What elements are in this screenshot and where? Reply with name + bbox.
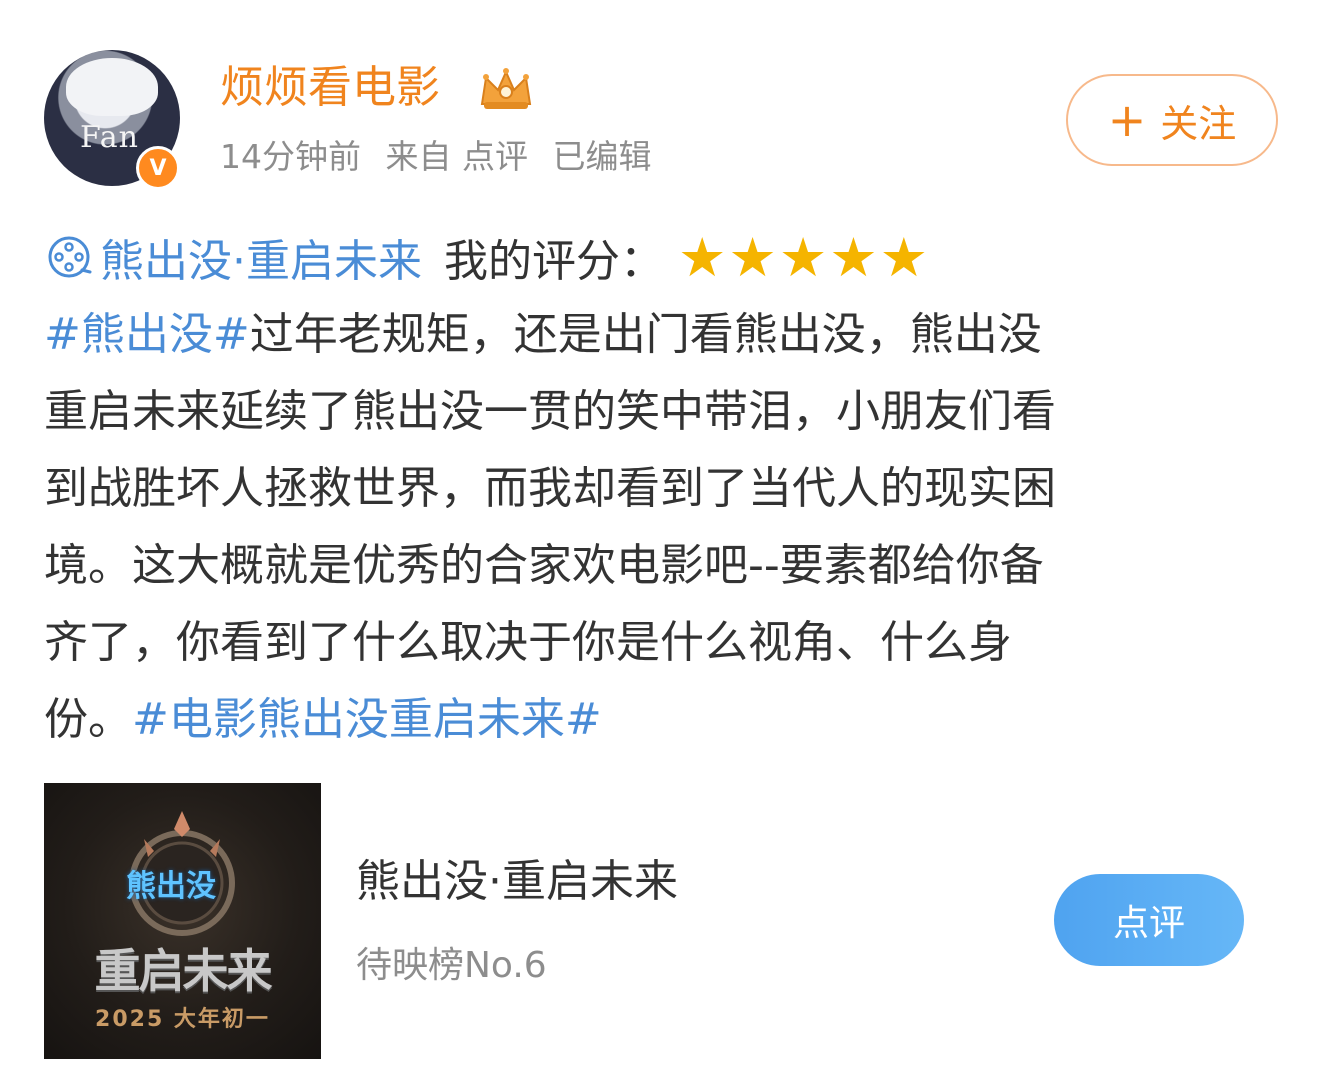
post-time: 14分钟前 <box>220 137 361 176</box>
post-line: 重启未来延续了熊出没一贯的笑中带泪，小朋友们看 <box>44 373 1284 450</box>
movie-link[interactable]: 熊出没·重启未来 <box>100 225 422 289</box>
post-line: 到战胜坏人拯救世界，而我却看到了当代人的现实困 <box>44 450 1284 527</box>
avatar-text: Fan <box>80 120 139 155</box>
poster-title: 重启未来 <box>94 944 273 998</box>
post-line: #熊出没#过年老规矩，还是出门看熊出没，熊出没 <box>44 296 1284 373</box>
follow-button[interactable]: + 关注 <box>1066 74 1278 166</box>
hashtag-link[interactable]: #熊出没# <box>44 309 250 360</box>
weibo-post: Fan V 烦烦看电影 14分钟前 来自 点评 已编辑 + 关注 熊出没·重启未… <box>0 0 1321 1080</box>
rating-line: 熊出没·重启未来 我的评分： ★★★★★ <box>44 222 930 292</box>
post-line: 份。#电影熊出没重启未来# <box>44 681 1284 758</box>
post-text: 齐了，你看到了什么取决于你是什么视角、什么身 <box>44 617 1012 668</box>
post-line: 齐了，你看到了什么取决于你是什么视角、什么身 <box>44 604 1284 681</box>
edited-label[interactable]: 已编辑 <box>553 137 652 176</box>
poster-date: 2025 大年初一 <box>95 1007 270 1032</box>
post-text: 重启未来延续了熊出没一贯的笑中带泪，小朋友们看 <box>44 386 1056 437</box>
post-text: 到战胜坏人拯救世界，而我却看到了当代人的现实困 <box>44 463 1056 514</box>
review-button[interactable]: 点评 <box>1054 874 1244 966</box>
post-body: #熊出没#过年老规矩，还是出门看熊出没，熊出没 重启未来延续了熊出没一贯的笑中带… <box>44 296 1284 758</box>
post-meta: 14分钟前 来自 点评 已编辑 <box>220 132 666 182</box>
avatar-hair <box>66 58 158 116</box>
post-source[interactable]: 来自 点评 <box>386 137 529 176</box>
post-text: 境。这大概就是优秀的合家欢电影吧--要素都给你备 <box>44 540 1044 591</box>
post-text: 过年老规矩，还是出门看熊出没，熊出没 <box>249 309 1042 360</box>
film-reel-icon <box>48 236 92 278</box>
crown-icon <box>480 68 532 109</box>
poster-logo: 熊出没 <box>126 869 216 904</box>
post-line: 境。这大概就是优秀的合家欢电影吧--要素都给你备 <box>44 527 1284 604</box>
hashtag-link[interactable]: #电影熊出没重启未来# <box>132 694 602 745</box>
movie-poster[interactable]: 熊出没 重启未来 2025 大年初一 <box>44 783 321 1059</box>
plus-icon: + <box>1107 93 1147 147</box>
verified-badge-icon: V <box>136 146 180 190</box>
post-text: 份。 <box>44 694 132 745</box>
card-ranking: 待映榜No.6 <box>356 945 547 986</box>
rating-label: 我的评分： <box>444 236 664 287</box>
username[interactable]: 烦烦看电影 <box>220 58 440 118</box>
card-movie-title[interactable]: 熊出没·重启未来 <box>356 850 678 914</box>
follow-label: 关注 <box>1160 101 1237 146</box>
rating-stars: ★★★★★ <box>678 225 931 289</box>
